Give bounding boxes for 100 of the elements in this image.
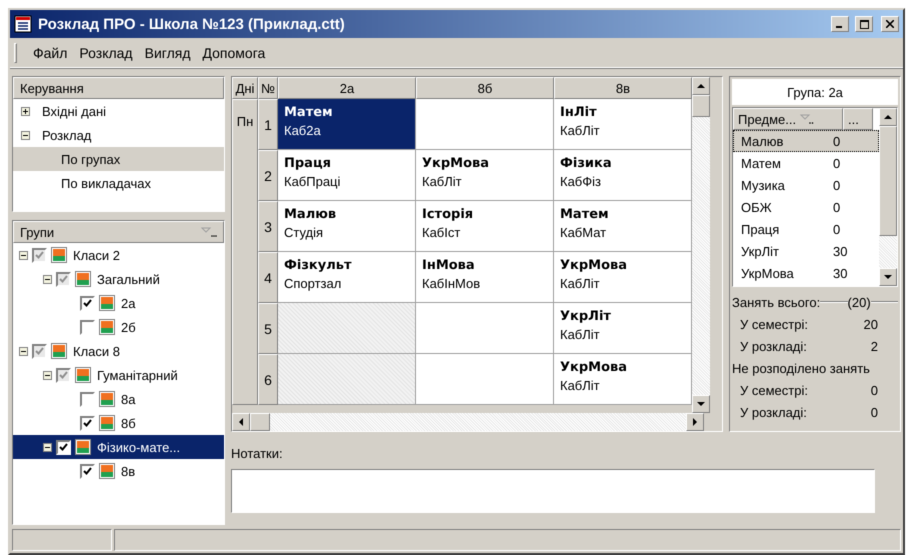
section-count: (20) — [848, 294, 871, 310]
scroll-thumb[interactable] — [250, 413, 270, 431]
schedule-cell[interactable]: УкрМова КабЛіт — [416, 150, 554, 201]
stat-label: У семестрі: — [740, 316, 808, 332]
tree-item[interactable]: 2б — [13, 315, 224, 339]
vertical-scrollbar[interactable] — [692, 77, 710, 413]
tree-item[interactable]: 8в — [13, 459, 224, 483]
subject-row[interactable]: УкрМова 30 — [733, 262, 879, 284]
group-icon — [99, 463, 115, 479]
arrow-icon — [697, 401, 705, 407]
tree-item[interactable]: Розклад — [13, 123, 224, 147]
checkbox[interactable] — [32, 248, 47, 262]
subject-row[interactable]: Праця 0 — [733, 218, 879, 240]
menu-item[interactable]: Вигляд — [140, 42, 194, 62]
tree-item[interactable]: Вхідні дані — [13, 99, 224, 123]
subject-row[interactable]: Музика 0 — [733, 174, 879, 196]
subject-row[interactable]: УкрЛіт 30 — [733, 240, 879, 262]
column-header[interactable]: ... — [843, 108, 873, 130]
tree-item[interactable]: Гуманітарний — [13, 363, 224, 387]
minimize-button[interactable] — [831, 16, 849, 32]
checkbox[interactable] — [56, 440, 71, 454]
menu-item[interactable]: Допомога — [198, 42, 270, 62]
tree-item[interactable]: Загальний — [13, 267, 224, 291]
collapse-icon[interactable] — [19, 346, 28, 356]
schedule-cell[interactable] — [416, 354, 554, 405]
scroll-up-button[interactable] — [692, 77, 710, 95]
column-header[interactable]: 8б — [416, 77, 554, 99]
group-icon — [75, 439, 91, 455]
menu-item[interactable]: Розклад — [75, 42, 137, 62]
arrow-icon — [884, 114, 892, 120]
checkbox[interactable] — [56, 272, 71, 286]
schedule-cell[interactable]: ІнЛіт КабЛіт — [554, 99, 692, 150]
tree-item[interactable]: 8б — [13, 411, 224, 435]
schedule-cell[interactable]: Матем КабМат — [554, 201, 692, 252]
vertical-scrollbar[interactable] — [879, 108, 897, 286]
schedule-cell[interactable]: Праця КабПраці — [278, 150, 416, 201]
arrow-icon — [692, 418, 698, 426]
lesson-number: 5 — [258, 303, 278, 354]
subject-name: Праця — [740, 222, 780, 236]
scroll-down-button[interactable] — [692, 395, 710, 413]
close-button[interactable] — [881, 16, 899, 32]
scroll-thumb[interactable] — [879, 126, 897, 236]
column-header[interactable]: 8в — [554, 77, 692, 99]
blocked-cell[interactable] — [278, 354, 416, 405]
subject-row[interactable]: Малюв 0 — [733, 130, 879, 152]
tree-item[interactable]: 2а — [13, 291, 224, 315]
close-icon — [886, 20, 894, 28]
collapse-icon[interactable] — [43, 442, 52, 452]
column-header: Дні — [232, 77, 258, 99]
stat-value: 0 — [870, 404, 878, 420]
horizontal-scrollbar[interactable] — [232, 413, 704, 431]
notes-field[interactable] — [231, 469, 875, 513]
subject-row[interactable]: ОБЖ 0 — [733, 196, 879, 218]
subject-row[interactable]: Матем 0 — [733, 152, 879, 174]
collapse-icon[interactable] — [21, 130, 30, 140]
schedule-cell[interactable]: Історія КабІст — [416, 201, 554, 252]
menu-item[interactable]: Файл — [29, 42, 72, 62]
schedule-cell[interactable] — [416, 303, 554, 354]
subject-text: УкрМова — [422, 156, 490, 171]
tree-item[interactable]: Класи 2 — [13, 243, 224, 267]
schedule-cell[interactable] — [416, 99, 554, 150]
scroll-left-button[interactable] — [232, 413, 250, 431]
group-icon — [99, 415, 115, 431]
blocked-cell[interactable] — [278, 303, 416, 354]
schedule-cell[interactable]: УкрМова КабЛіт — [554, 354, 692, 405]
schedule-cell[interactable]: Фізика КабФіз — [554, 150, 692, 201]
filter-icon[interactable] — [201, 227, 217, 237]
schedule-cell[interactable]: Фізкульт Спортзал — [278, 252, 416, 303]
group-icon — [99, 295, 115, 311]
filter-icon[interactable] — [800, 114, 814, 124]
column-header[interactable]: Предме... — [733, 108, 843, 130]
tree-item[interactable]: 8а — [13, 387, 224, 411]
day-cell: Пн — [232, 99, 258, 405]
checkbox[interactable] — [32, 344, 47, 358]
scroll-down-button[interactable] — [879, 268, 897, 286]
room-text: КабЛіт — [422, 174, 463, 189]
schedule-cell[interactable]: УкрМова КабЛіт — [554, 252, 692, 303]
tree-item[interactable]: Фізико-мате... — [13, 435, 224, 459]
expand-icon[interactable] — [21, 106, 30, 116]
schedule-cell[interactable]: Матем Каб2а — [278, 99, 416, 150]
tree-item[interactable]: По групах — [13, 147, 224, 171]
schedule-cell[interactable]: ІнМова КабІнМов — [416, 252, 554, 303]
tree-item[interactable]: Класи 8 — [13, 339, 224, 363]
maximize-button[interactable] — [855, 16, 873, 32]
schedule-cell[interactable]: УкрЛіт КабЛіт — [554, 303, 692, 354]
scroll-right-button[interactable] — [686, 413, 704, 431]
collapse-icon[interactable] — [19, 250, 28, 260]
section-title: Занять всього: — [732, 294, 820, 310]
column-header[interactable]: 2а — [278, 77, 416, 99]
checkbox[interactable] — [56, 368, 71, 382]
collapse-icon[interactable] — [43, 370, 52, 380]
subject-name: Музика — [740, 178, 786, 192]
subject-count: 0 — [833, 156, 842, 170]
scroll-up-button[interactable] — [879, 108, 897, 126]
collapse-icon[interactable] — [43, 274, 52, 284]
schedule-cell[interactable]: Малюв Студія — [278, 201, 416, 252]
scroll-thumb[interactable] — [692, 95, 710, 117]
group-icon — [99, 319, 115, 335]
tree-item[interactable]: По викладачах — [13, 171, 224, 195]
arrow-icon — [697, 83, 705, 89]
